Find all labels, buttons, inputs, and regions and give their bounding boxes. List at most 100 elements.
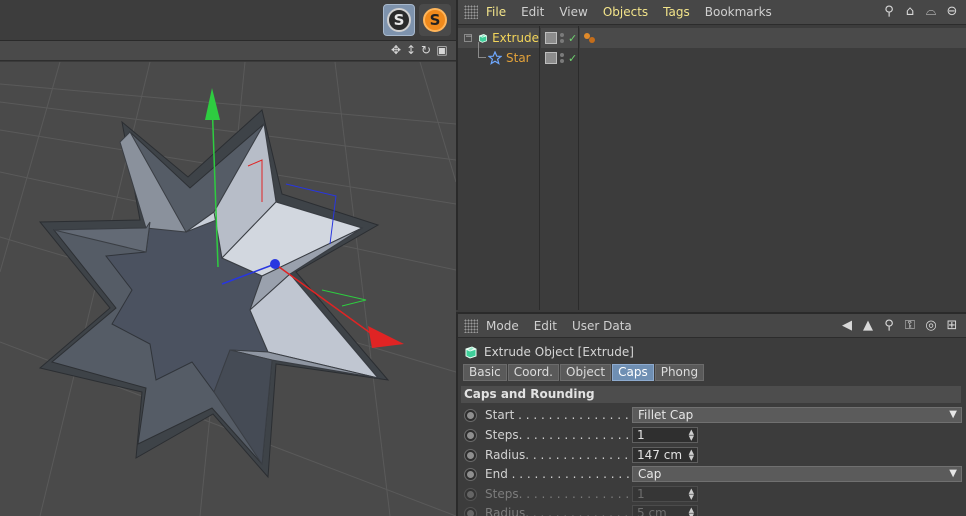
object-row-extrude[interactable]: − Extrude: [458, 28, 539, 48]
end-steps-input: 1 ▲ ▼: [632, 486, 698, 502]
object-tags-column: [580, 26, 966, 310]
spinner-icon[interactable]: ▲ ▼: [689, 449, 694, 462]
start-steps-input[interactable]: 1 ▲ ▼: [632, 427, 698, 443]
start-radius-input[interactable]: 147 cm ▲ ▼: [632, 447, 698, 463]
snap-enable-button[interactable]: S: [383, 4, 415, 36]
collapse-icon[interactable]: ⊖: [944, 4, 960, 20]
object-list: − Extrude Star ✓ ✓: [458, 26, 966, 310]
new-panel-icon[interactable]: ⊞: [944, 318, 960, 334]
param-start-steps: Steps. . . . . . . . . . . . . . . . . .…: [464, 426, 960, 444]
visibility-dots-icon[interactable]: [560, 33, 566, 43]
animate-radio[interactable]: [464, 448, 477, 462]
animate-radio[interactable]: [464, 428, 477, 442]
spinner-icon[interactable]: ▲ ▼: [689, 429, 694, 442]
panel-grip-icon[interactable]: [464, 5, 478, 19]
star-spline-icon: [488, 51, 502, 65]
object-manager-menubar: File Edit View Objects Tags Bookmarks ⚲ …: [458, 0, 966, 25]
3d-viewport[interactable]: S S ✥ ↕ ↻ ▣: [0, 0, 456, 516]
param-start-radius: Radius. . . . . . . . . . . . . . . . . …: [464, 446, 960, 464]
param-label: Radius. . . . . . . . . . . . . . . . . …: [485, 506, 635, 516]
animate-radio: [464, 506, 477, 516]
param-end-radius: Radius. . . . . . . . . . . . . . . . . …: [464, 504, 960, 516]
tab-basic[interactable]: Basic: [463, 364, 507, 381]
param-label: Radius. . . . . . . . . . . . . . . . . …: [485, 448, 635, 462]
field-value: 1: [637, 487, 645, 501]
dropdown-value: Cap: [638, 467, 662, 481]
forward-arrow-icon[interactable]: ▲: [860, 318, 876, 334]
snap-settings-button[interactable]: S: [419, 4, 451, 36]
visibility-dots-icon[interactable]: [560, 53, 566, 63]
snap-enable-icon: S: [387, 8, 411, 32]
tree-collapse-icon[interactable]: −: [465, 32, 473, 42]
end-radius-input: 5 cm ▲ ▼: [632, 505, 698, 516]
viewport-nav-bar: ✥ ↕ ↻ ▣: [0, 41, 456, 61]
field-value: 5 cm: [637, 506, 667, 516]
layer-box[interactable]: [545, 32, 557, 44]
menu-file[interactable]: File: [486, 5, 506, 19]
rotate-view-icon[interactable]: ↻: [419, 43, 433, 57]
animate-radio[interactable]: [464, 467, 477, 481]
attribute-title: Extrude Object [Extrude]: [464, 343, 634, 361]
phong-tag-icon[interactable]: [582, 31, 596, 45]
zoom-view-icon[interactable]: ↕: [404, 43, 418, 57]
gizmo-center-icon[interactable]: [270, 259, 280, 269]
object-name-star[interactable]: Star: [506, 51, 531, 65]
snap-settings-icon: S: [423, 8, 447, 32]
viewport-scene[interactable]: [0, 62, 456, 516]
object-names-column: − Extrude Star: [458, 26, 540, 310]
field-value: 147 cm: [637, 448, 683, 462]
menu-user-data[interactable]: User Data: [572, 319, 632, 333]
enabled-check-icon[interactable]: ✓: [568, 52, 577, 65]
object-name-extrude[interactable]: Extrude: [492, 31, 539, 45]
menu-bookmarks[interactable]: Bookmarks: [705, 5, 772, 19]
search-icon[interactable]: ⚲: [881, 318, 897, 334]
param-label: Start . . . . . . . . . . . . . . . . . …: [485, 408, 635, 422]
back-arrow-icon[interactable]: ◀: [839, 318, 855, 334]
viewport-top-bar: S S: [0, 0, 456, 41]
menu-view[interactable]: View: [559, 5, 587, 19]
animate-radio: [464, 487, 477, 501]
menu-objects[interactable]: Objects: [603, 5, 648, 19]
home-icon[interactable]: ⌂: [902, 4, 918, 20]
attribute-manager-menubar: Mode Edit User Data ◀ ▲ ⚲ ⚿ ◎ ⊞: [458, 314, 966, 338]
object-manager-panel: File Edit View Objects Tags Bookmarks ⚲ …: [456, 0, 966, 310]
spinner-icon: ▲ ▼: [688, 487, 694, 501]
tab-object[interactable]: Object: [560, 364, 612, 381]
move-view-icon[interactable]: ✥: [389, 43, 403, 57]
start-dropdown[interactable]: Fillet Cap ▼: [632, 407, 962, 423]
menu-edit[interactable]: Edit: [521, 5, 544, 19]
panel-grip-icon[interactable]: [464, 318, 478, 333]
param-end-steps: Steps. . . . . . . . . . . . . . . . . .…: [464, 485, 960, 503]
tab-caps[interactable]: Caps: [612, 364, 654, 381]
end-dropdown[interactable]: Cap ▼: [632, 466, 962, 482]
target-icon[interactable]: ◎: [923, 318, 939, 334]
object-flags-column: ✓ ✓: [541, 26, 579, 310]
group-header-caps-and-rounding[interactable]: Caps and Rounding: [461, 386, 961, 403]
animate-radio[interactable]: [464, 408, 477, 422]
param-label: Steps. . . . . . . . . . . . . . . . . .…: [485, 487, 635, 501]
object-row-star[interactable]: Star: [458, 42, 539, 68]
lock-icon[interactable]: ⚿: [902, 318, 918, 334]
flags-row-star: ✓: [541, 48, 578, 68]
extrude-object-icon: [465, 346, 477, 359]
param-label: End . . . . . . . . . . . . . . . . . . …: [485, 467, 635, 481]
layer-box[interactable]: [545, 52, 557, 64]
minimize-icon[interactable]: ⌓: [923, 4, 939, 20]
menu-tags[interactable]: Tags: [663, 5, 690, 19]
search-icon[interactable]: ⚲: [881, 4, 897, 20]
chevron-down-icon: ▼: [949, 468, 957, 479]
tags-row-extrude: [580, 28, 966, 48]
attribute-manager-panel: Mode Edit User Data ◀ ▲ ⚲ ⚿ ◎ ⊞ Extrude …: [456, 312, 966, 516]
param-start: Start . . . . . . . . . . . . . . . . . …: [464, 406, 962, 424]
spinner-icon: ▲ ▼: [688, 506, 694, 516]
attribute-tabs: Basic Coord. Object Caps Phong: [463, 364, 705, 381]
maximize-view-icon[interactable]: ▣: [435, 43, 449, 57]
enabled-check-icon[interactable]: ✓: [568, 32, 577, 45]
menu-mode[interactable]: Mode: [486, 319, 519, 333]
dropdown-value: Fillet Cap: [638, 408, 694, 422]
tab-coord[interactable]: Coord.: [507, 364, 559, 381]
param-end: End . . . . . . . . . . . . . . . . . . …: [464, 465, 962, 483]
tab-phong[interactable]: Phong: [654, 364, 705, 381]
chevron-down-icon: ▼: [949, 409, 957, 420]
menu-edit[interactable]: Edit: [534, 319, 557, 333]
